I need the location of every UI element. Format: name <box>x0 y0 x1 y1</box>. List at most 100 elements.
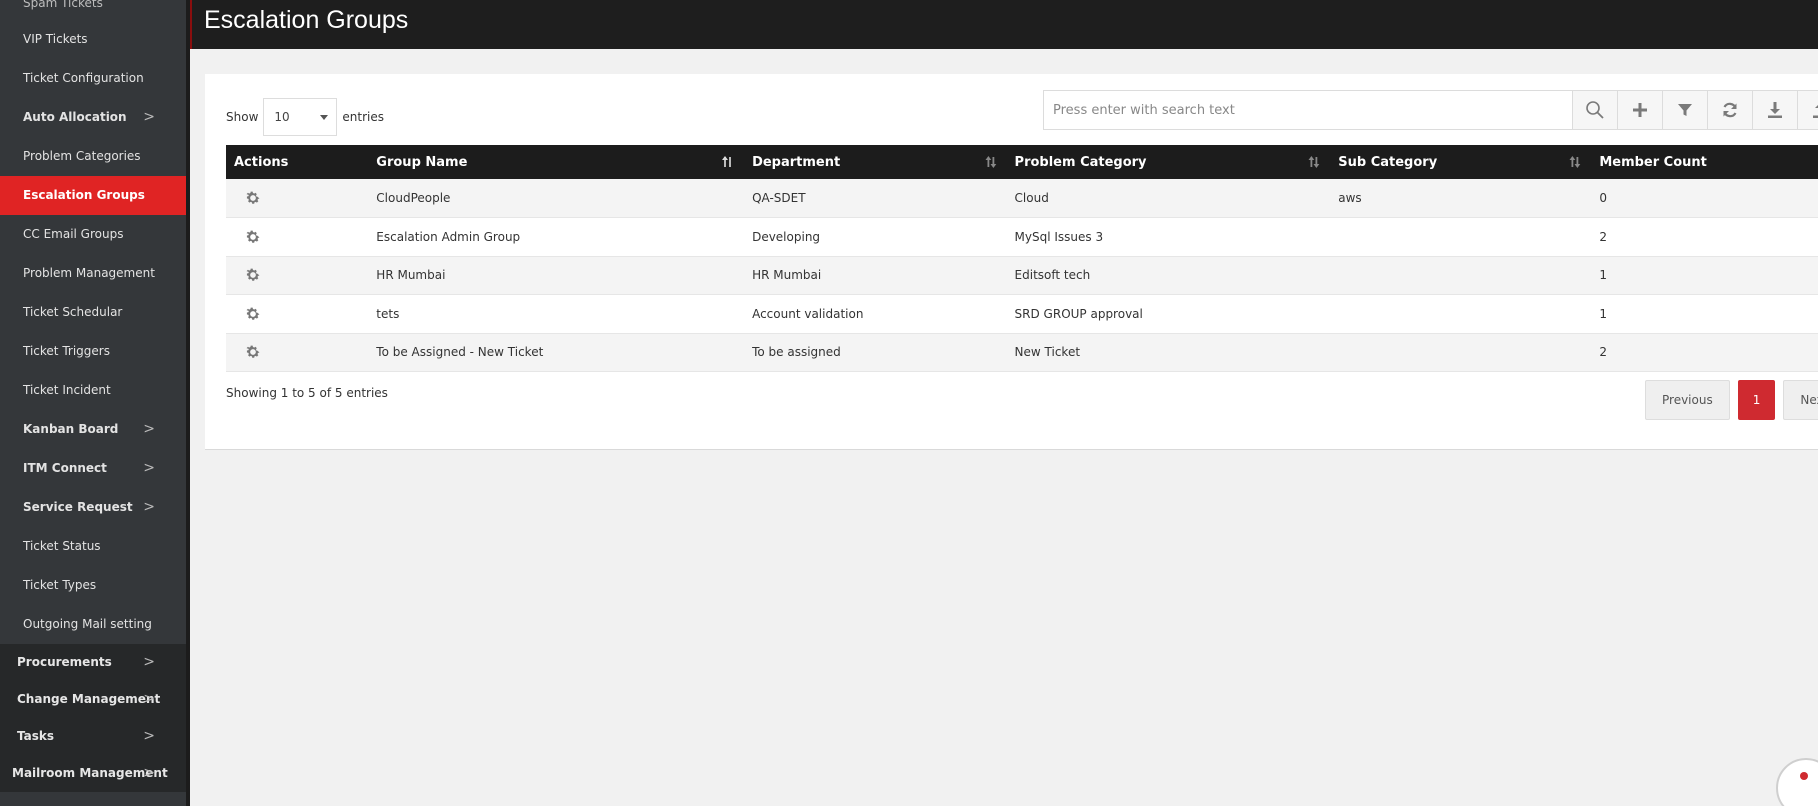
add-button[interactable] <box>1618 90 1663 130</box>
previous-page-button[interactable]: Previous <box>1645 380 1730 420</box>
gear-icon[interactable] <box>244 305 262 323</box>
column-header-actions: Actions <box>234 154 289 170</box>
cell-group-name: To be Assigned - New Ticket <box>376 345 544 360</box>
download-button[interactable] <box>1753 90 1798 130</box>
pagination: Previous 1 Next <box>1645 380 1818 420</box>
search-toolbar <box>1043 90 1818 130</box>
entries-select[interactable]: 10 <box>263 98 338 136</box>
sidebar-item-service-request[interactable]: Service Request > <box>0 488 186 527</box>
sidebar-item-label: Ticket Triggers <box>23 344 110 358</box>
sidebar-top-level: Procurements > Change Management > Tasks > … <box>0 644 186 792</box>
sidebar-item-escalation-groups[interactable]: Escalation Groups <box>0 176 186 215</box>
sidebar-item-label: ITM Connect <box>23 461 107 475</box>
content-panel: Show 10 entries Press enter with search … <box>205 74 1818 450</box>
cell-group-name: tets <box>376 306 400 321</box>
cell-group-name: CloudPeople <box>376 191 451 205</box>
filter-icon <box>1678 104 1692 116</box>
page-header: Escalation Groups <box>190 0 1818 49</box>
sidebar-item-ticket-status[interactable]: Ticket Status <box>0 527 186 566</box>
table-info-text: Showing 1 to 5 of 5 entries <box>226 386 388 400</box>
refresh-icon <box>1723 102 1737 118</box>
plus-icon <box>1633 103 1647 117</box>
sidebar-item-label: CC Email Groups <box>23 227 124 241</box>
sidebar-item-ticket-types[interactable]: Ticket Types <box>0 566 186 605</box>
upload-button[interactable] <box>1798 90 1818 130</box>
cell-sub-category <box>1330 256 1591 295</box>
chevron-right-icon: > <box>143 109 155 125</box>
sidebar-item-label: Kanban Board <box>23 422 119 436</box>
chevron-right-icon: > <box>143 765 155 781</box>
column-header-sub-category[interactable]: Sub Category <box>1330 145 1591 179</box>
sidebar-item-label: Escalation Groups <box>23 188 145 202</box>
page-title: Escalation Groups <box>204 6 409 34</box>
cell-sub-category <box>1330 218 1591 257</box>
column-header-member-count[interactable]: Member Count <box>1591 145 1818 179</box>
sidebar-item-label: Ticket Types <box>23 578 97 592</box>
cell-member-count: 2 <box>1599 345 1607 360</box>
sidebar-item-kanban-board[interactable]: Kanban Board > <box>0 410 186 449</box>
sidebar-item-auto-allocation[interactable]: Auto Allocation > <box>0 98 186 137</box>
escalation-groups-table: Actions Group Name Department Problem Ca… <box>226 145 1818 372</box>
sidebar-item-vip-tickets[interactable]: VIP Tickets <box>0 20 186 59</box>
column-header-group-name[interactable]: Group Name <box>368 145 744 179</box>
search-button[interactable] <box>1573 90 1618 130</box>
cell-problem-category: New Ticket <box>1014 345 1081 360</box>
caret-down-icon <box>320 115 329 120</box>
refresh-button[interactable] <box>1708 90 1753 130</box>
entries-label: entries <box>342 110 384 124</box>
sidebar-item-itm-connect[interactable]: ITM Connect > <box>0 449 186 488</box>
sidebar-item-change-management[interactable]: Change Management > <box>0 681 186 718</box>
sidebar-item-label: Outgoing Mail setting <box>23 617 152 631</box>
filter-button[interactable] <box>1663 90 1708 130</box>
help-widget-icon[interactable] <box>1776 758 1818 806</box>
cell-member-count: 1 <box>1599 268 1607 283</box>
sidebar-item-tasks[interactable]: Tasks > <box>0 718 186 755</box>
sidebar-item-label: Problem Management <box>23 266 155 280</box>
sidebar-item-cc-email-groups[interactable]: CC Email Groups <box>0 215 186 254</box>
table-row: CloudPeople QA-SDET Cloud aws 0 <box>226 179 1818 218</box>
table-row: Escalation Admin Group Developing MySql … <box>226 217 1818 257</box>
cell-member-count: 2 <box>1599 229 1607 244</box>
gear-icon[interactable] <box>244 228 262 246</box>
table-row: To be Assigned - New Ticket To be assign… <box>226 333 1818 372</box>
cell-problem-category: SRD GROUP approval <box>1014 306 1143 321</box>
sidebar-item-label: Change Management <box>17 692 161 706</box>
sidebar-item-label: Ticket Configuration <box>23 71 144 85</box>
sidebar-item-label: VIP Tickets <box>23 32 88 46</box>
sidebar-item-problem-categories[interactable]: Problem Categories <box>0 137 186 176</box>
sidebar-item-problem-management[interactable]: Problem Management <box>0 254 186 293</box>
page-1-button[interactable]: 1 <box>1737 380 1776 420</box>
show-label: Show <box>226 110 259 124</box>
entries-length-control: Show 10 entries <box>226 98 384 136</box>
next-page-button[interactable]: Next <box>1783 380 1818 420</box>
sidebar-item-label: Ticket Schedular <box>23 305 123 319</box>
chevron-right-icon: > <box>143 421 155 437</box>
cell-sub-category <box>1330 295 1591 334</box>
chevron-right-icon: > <box>143 691 155 707</box>
cell-group-name: Escalation Admin Group <box>376 229 521 244</box>
sidebar-item-spam-tickets[interactable]: Spam Tickets <box>0 0 186 20</box>
cell-problem-category: Editsoft tech <box>1014 268 1091 283</box>
column-header-problem-category[interactable]: Problem Category <box>1007 145 1331 179</box>
sidebar-item-label: Tasks <box>17 729 55 743</box>
sidebar-item-mailroom-management[interactable]: Mailroom Management > <box>0 755 186 792</box>
sidebar-item-ticket-configuration[interactable]: Ticket Configuration <box>0 59 186 98</box>
sidebar-item-procurements[interactable]: Procurements > <box>0 644 186 681</box>
gear-icon[interactable] <box>244 343 262 361</box>
sidebar-item-outgoing-mail-setting[interactable]: Outgoing Mail setting <box>0 605 186 644</box>
search-input[interactable] <box>1043 90 1573 130</box>
gear-icon[interactable] <box>244 266 262 284</box>
table-row: HR Mumbai HR Mumbai Editsoft tech 1 <box>226 256 1818 295</box>
sidebar-item-ticket-schedular[interactable]: Ticket Schedular <box>0 293 186 332</box>
sidebar-submenu: Spam Tickets VIP Tickets Ticket Configur… <box>0 0 186 644</box>
column-header-department[interactable]: Department <box>744 145 1006 179</box>
entries-select-value: 10 <box>274 110 290 124</box>
sidebar-item-label: Ticket Status <box>23 539 101 553</box>
chevron-right-icon: > <box>143 728 155 744</box>
sidebar-item-ticket-incident[interactable]: Ticket Incident <box>0 371 186 410</box>
cell-department: QA-SDET <box>752 191 806 205</box>
gear-icon[interactable] <box>244 189 262 207</box>
sidebar-item-label: Spam Tickets <box>23 0 103 10</box>
table-header-row: Actions Group Name Department Problem Ca… <box>226 145 1818 179</box>
sidebar-item-ticket-triggers[interactable]: Ticket Triggers <box>0 332 186 371</box>
